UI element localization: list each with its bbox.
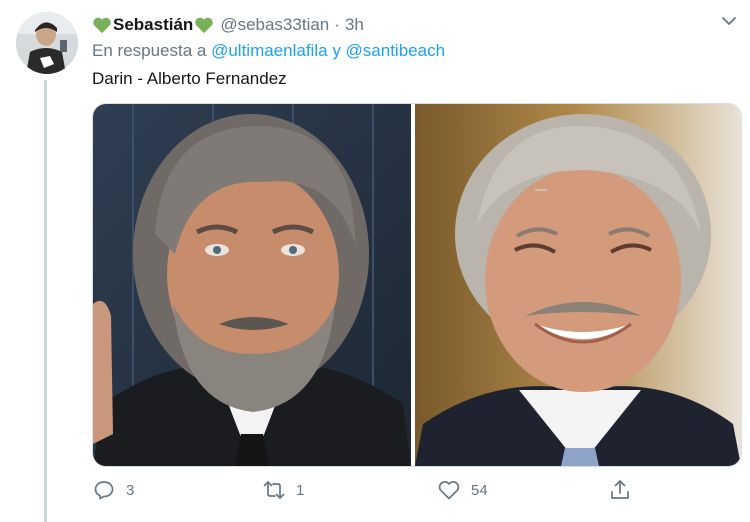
tweet-actions: 3 1 54 [92, 478, 652, 508]
tweet-timestamp[interactable]: 3h [345, 15, 364, 35]
photo-darin[interactable] [93, 104, 411, 466]
share-icon [611, 480, 629, 499]
reply-joiner: y [332, 41, 341, 60]
tweet-text: Darin - Alberto Fernandez [92, 69, 287, 88]
reply-button[interactable]: 3 [92, 478, 134, 502]
like-icon [438, 481, 460, 500]
green-heart-icon [195, 17, 214, 34]
tweet-media[interactable] [92, 103, 742, 467]
reply-context: En respuesta a @ultimaenlafila y @santib… [92, 41, 445, 61]
reply-icon [94, 481, 114, 500]
separator-dot: · [334, 15, 340, 34]
mention-link-santibeach[interactable]: @santibeach [346, 41, 446, 60]
mention-link-ultimaenlafila[interactable]: @ultimaenlafila [211, 41, 327, 60]
like-button[interactable]: 54 [437, 478, 488, 502]
chevron-down-icon [722, 16, 736, 25]
thread-line [44, 80, 47, 522]
avatar[interactable] [16, 12, 78, 74]
retweet-icon [263, 481, 285, 499]
share-button[interactable] [608, 478, 632, 502]
tweet-header: Sebastián @sebas33tian · 3h [92, 13, 730, 37]
retweet-button[interactable]: 1 [262, 478, 304, 502]
more-options-button[interactable] [718, 10, 740, 32]
display-name[interactable]: Sebastián [113, 15, 193, 35]
reply-prefix: En respuesta a [92, 41, 207, 60]
retweet-count: 1 [296, 481, 305, 499]
photo-alberto-fernandez[interactable] [415, 104, 741, 466]
user-handle[interactable]: @sebas33tian [220, 15, 329, 35]
green-heart-icon [93, 17, 111, 34]
like-count: 54 [471, 481, 488, 499]
reply-count: 3 [126, 481, 135, 499]
